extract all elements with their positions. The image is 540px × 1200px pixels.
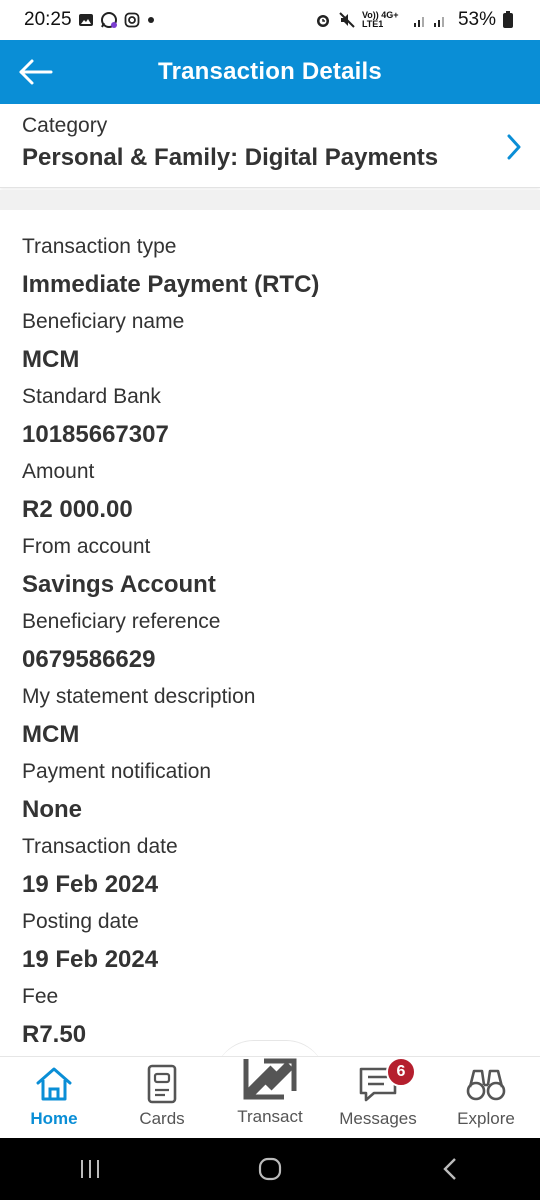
home-circle-icon[interactable] bbox=[240, 1149, 300, 1189]
nav-cards[interactable]: Cards bbox=[108, 1057, 216, 1139]
detail-value: MCM bbox=[22, 721, 80, 748]
category-row[interactable]: Category Personal & Family: Digital Paym… bbox=[0, 104, 540, 188]
network-label: Vo)) 4G+ LTE1 bbox=[361, 10, 399, 29]
detail-value: 19 Feb 2024 bbox=[22, 871, 159, 898]
nav-explore[interactable]: Explore bbox=[432, 1057, 540, 1139]
detail-item: Beneficiary name MCM bbox=[22, 307, 518, 382]
detail-label: Transaction date bbox=[22, 835, 178, 858]
detail-label: From account bbox=[22, 535, 151, 558]
detail-label: Amount bbox=[22, 460, 95, 483]
dot-icon bbox=[146, 15, 156, 25]
status-bar: 20:25 Vo)) 4G+ LTE1 53% bbox=[0, 0, 540, 40]
detail-label: Payment notification bbox=[22, 760, 212, 783]
page-title: Transaction Details bbox=[158, 58, 382, 85]
category-label: Category bbox=[22, 114, 108, 137]
nav-messages[interactable]: 6 Messages bbox=[324, 1057, 432, 1139]
binoculars-icon bbox=[465, 1063, 507, 1105]
arrow-left-icon bbox=[19, 59, 53, 85]
detail-item: My statement description MCM bbox=[22, 682, 518, 757]
messages-badge: 6 bbox=[386, 1057, 416, 1087]
status-time: 20:25 bbox=[24, 9, 72, 30]
nav-label: Home bbox=[30, 1109, 78, 1128]
detail-label: Beneficiary name bbox=[22, 310, 185, 333]
detail-item: Amount R2 000.00 bbox=[22, 457, 518, 532]
detail-value: 19 Feb 2024 bbox=[22, 946, 159, 973]
chevron-right-icon bbox=[502, 130, 526, 164]
section-divider bbox=[0, 190, 540, 210]
detail-item: Payment notification None bbox=[22, 757, 518, 832]
detail-value: MCM bbox=[22, 346, 80, 373]
mute-icon bbox=[338, 11, 356, 29]
category-value: Personal & Family: Digital Payments bbox=[22, 144, 439, 171]
nav-label: Transact bbox=[237, 1107, 303, 1126]
alarm-icon bbox=[314, 11, 332, 29]
status-right: Vo)) 4G+ LTE1 53% bbox=[314, 9, 514, 31]
back-button[interactable] bbox=[16, 54, 56, 90]
detail-item: Posting date 19 Feb 2024 bbox=[22, 907, 518, 982]
recent-apps-icon[interactable] bbox=[60, 1149, 120, 1189]
bottom-nav: Home Cards Transact 6 Messages Explore bbox=[0, 1056, 540, 1138]
detail-value: Savings Account bbox=[22, 571, 216, 598]
battery-icon bbox=[502, 11, 514, 29]
system-nav-bar bbox=[0, 1138, 540, 1200]
nav-label: Cards bbox=[139, 1109, 185, 1128]
whatsapp-icon bbox=[100, 11, 118, 29]
detail-label: Transaction type bbox=[22, 235, 177, 258]
app-header: Transaction Details bbox=[0, 40, 540, 104]
detail-value: None bbox=[22, 796, 82, 823]
detail-value: 0679586629 bbox=[22, 646, 156, 673]
status-left: 20:25 bbox=[24, 9, 156, 31]
detail-item: Transaction type Immediate Payment (RTC) bbox=[22, 232, 518, 307]
signal-icon bbox=[412, 12, 452, 28]
detail-item: From account Savings Account bbox=[22, 532, 518, 607]
nav-label: Messages bbox=[339, 1109, 417, 1128]
detail-label: My statement description bbox=[22, 685, 256, 708]
home-icon bbox=[34, 1063, 74, 1105]
nav-home[interactable]: Home bbox=[0, 1057, 108, 1139]
detail-item: Beneficiary reference 0679586629 bbox=[22, 607, 518, 682]
detail-label: Standard Bank bbox=[22, 385, 161, 408]
detail-item: Transaction date 19 Feb 2024 bbox=[22, 832, 518, 907]
instagram-icon bbox=[124, 12, 140, 28]
back-chevron-icon[interactable] bbox=[420, 1149, 480, 1189]
detail-label: Fee bbox=[22, 985, 59, 1008]
detail-value: R2 000.00 bbox=[22, 496, 133, 523]
nav-transact[interactable]: Transact bbox=[216, 1057, 324, 1139]
gallery-icon bbox=[78, 12, 94, 28]
transact-arrows-icon bbox=[238, 1051, 302, 1105]
battery-percent: 53% bbox=[457, 9, 496, 30]
transaction-details-list: Transaction type Immediate Payment (RTC)… bbox=[0, 210, 540, 1056]
message-icon: 6 bbox=[358, 1057, 416, 1105]
detail-value: 10185667307 bbox=[22, 421, 169, 448]
card-icon bbox=[145, 1063, 179, 1105]
detail-item: Standard Bank 10185667307 bbox=[22, 382, 518, 457]
detail-value: Immediate Payment (RTC) bbox=[22, 271, 320, 298]
nav-label: Explore bbox=[457, 1109, 515, 1128]
detail-label: Posting date bbox=[22, 910, 139, 933]
detail-label: Beneficiary reference bbox=[22, 610, 221, 633]
